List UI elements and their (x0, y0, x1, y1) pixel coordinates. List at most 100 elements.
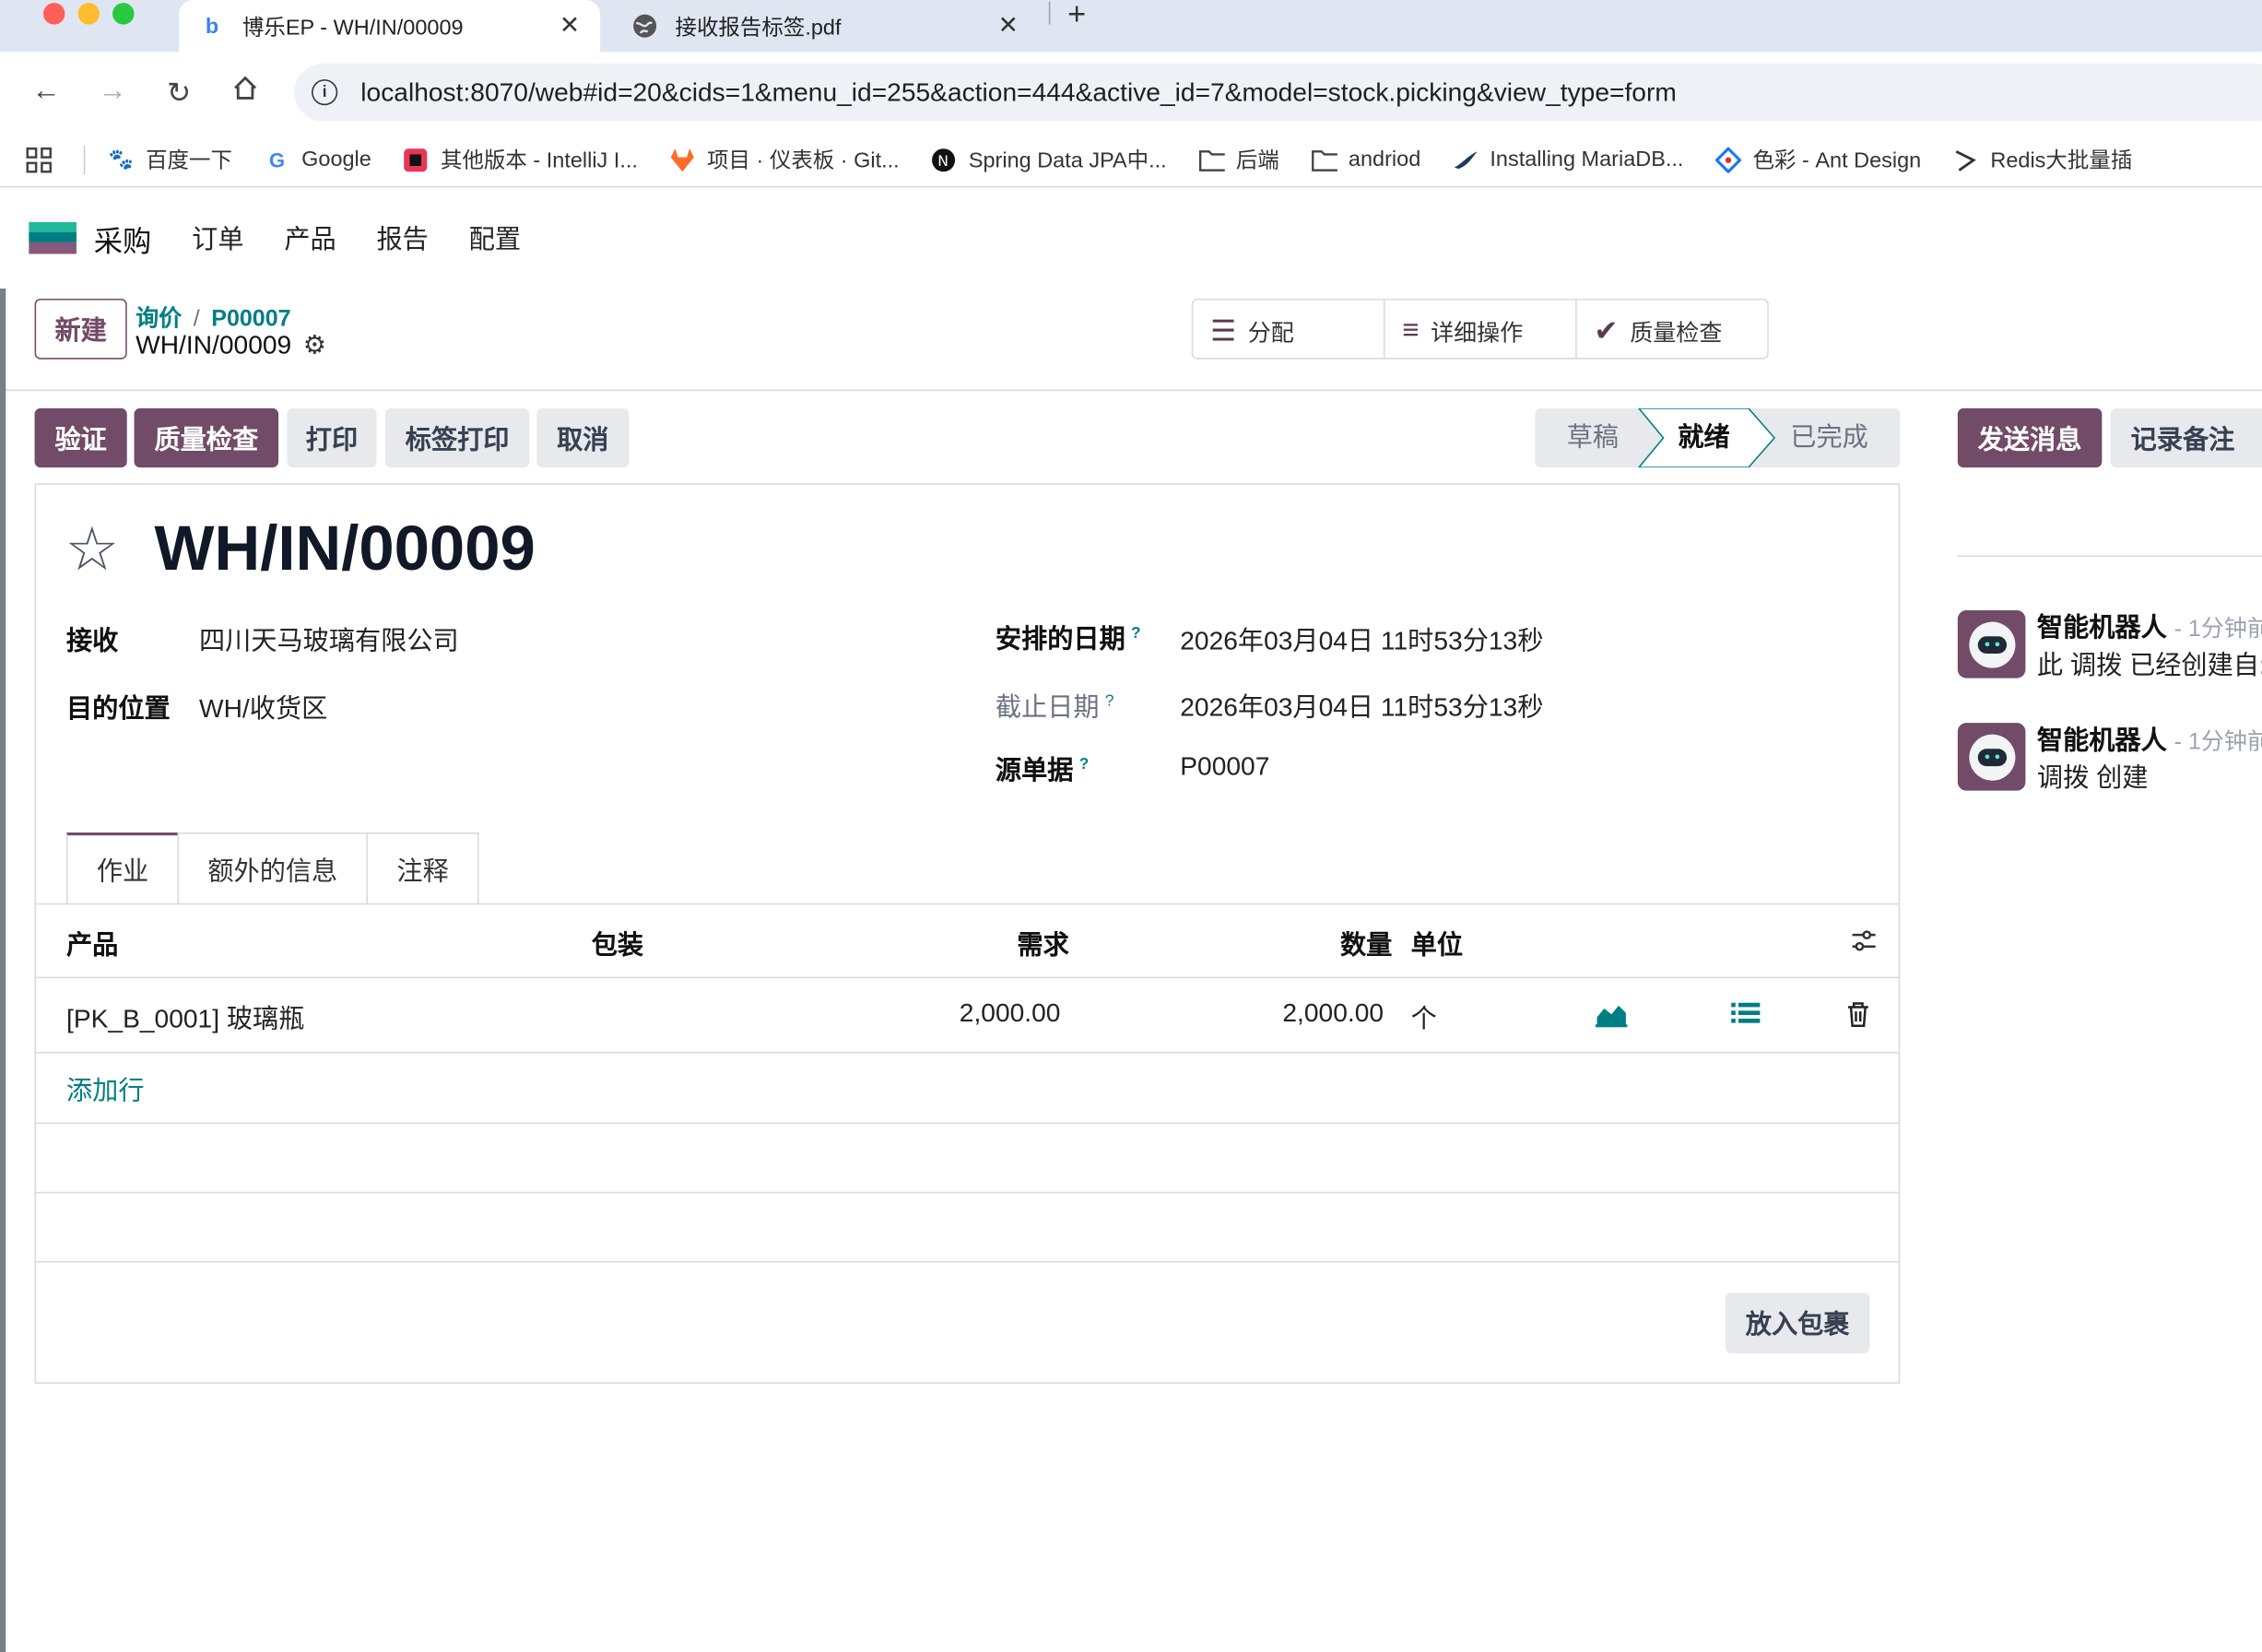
bookmark-antdesign[interactable]: 色彩 - Ant Design (1714, 145, 1921, 175)
help-tooltip-icon[interactable]: ? (1131, 625, 1141, 643)
tab-operations[interactable]: 作业 (65, 832, 180, 905)
smart-button-quality-check[interactable]: ✔ 质量检查 (1577, 301, 1768, 359)
new-tab-button[interactable]: + (1067, 0, 1086, 30)
folder-icon (1198, 147, 1225, 172)
tab-extra-info[interactable]: 额外的信息 (177, 832, 369, 905)
column-quantity[interactable]: 数量 (1340, 925, 1392, 962)
bookmark-google[interactable]: G Google (264, 147, 371, 172)
reload-icon[interactable]: ↻ (161, 75, 196, 111)
author-name[interactable]: 智能机器人 (2037, 613, 2167, 642)
close-tab-icon[interactable]: ✕ (998, 12, 1019, 41)
close-window-button[interactable] (42, 3, 65, 25)
close-tab-icon[interactable]: ✕ (560, 12, 580, 41)
minimize-window-button[interactable] (77, 3, 100, 25)
bookmark-intellij[interactable]: 其他版本 - IntelliJ I... (403, 145, 638, 175)
menu-products[interactable]: 产品 (284, 219, 336, 257)
stage-ready[interactable]: 就绪 (1678, 408, 1729, 467)
app-logo-icon[interactable] (29, 222, 77, 254)
cancel-button[interactable]: 取消 (536, 407, 630, 468)
breadcrumb-rfq[interactable]: 询价 (135, 307, 182, 332)
field-label-destination: 目的位置 (65, 693, 171, 724)
bookmark-gitlab[interactable]: 项目 · 仪表板 · Git... (669, 145, 900, 175)
avatar[interactable] (1957, 610, 2026, 678)
bookmark-spring[interactable]: N Spring Data JPA中... (931, 145, 1167, 175)
column-package[interactable]: 包装 (592, 925, 643, 962)
help-tooltip-icon[interactable]: ? (1105, 692, 1114, 710)
field-value-destination[interactable]: WH/收货区 (199, 689, 327, 726)
field-label-partner: 接收 (65, 626, 119, 655)
column-settings-icon[interactable] (1851, 927, 1877, 961)
bookmark-baidu[interactable]: 🐾 百度一下 (108, 145, 232, 175)
smart-buttons: ☰ 分配 ≡ 详细操作 ✔ 质量检查 (1191, 298, 1769, 360)
label-print-button[interactable]: 标签打印 (384, 407, 530, 468)
menu-reports[interactable]: 报告 (376, 219, 428, 257)
field-value-partner[interactable]: 四川天马玻璃有限公司 (199, 620, 459, 658)
apps-grid-icon[interactable] (26, 147, 53, 172)
log-note-button[interactable]: 记录备注 (2110, 407, 2262, 468)
back-arrow-icon[interactable]: ← (29, 75, 64, 108)
add-line-link[interactable]: 添加行 (66, 1070, 145, 1108)
check-icon: ✔ (1594, 314, 1619, 348)
cell-product[interactable]: [PK_B_0001] 玻璃瓶 (66, 998, 304, 1036)
print-button[interactable]: 打印 (287, 407, 377, 468)
status-pipeline: 草稿 就绪 已完成 (1535, 407, 1901, 468)
help-tooltip-icon[interactable]: ? (1079, 756, 1090, 773)
tab-note[interactable]: 注释 (366, 832, 479, 905)
app-name[interactable]: 采购 (94, 218, 152, 259)
column-uom[interactable]: 单位 (1411, 925, 1463, 962)
list-icon: ☰ (1210, 314, 1237, 348)
stage-draft[interactable]: 草稿 (1567, 408, 1619, 467)
url-text: localhost:8070/web#id=20&cids=1&menu_id=… (360, 77, 1677, 107)
field-value-scheduled-date[interactable]: 2026年03月04日 11时53分13秒 (1180, 620, 1543, 658)
smart-button-detailed-ops[interactable]: ≡ 详细操作 (1384, 300, 1577, 359)
validate-button[interactable]: 验证 (34, 407, 127, 468)
url-input[interactable]: i localhost:8070/web#id=20&cids=1&menu_i… (294, 63, 2262, 122)
bookmark-folder-backend[interactable]: 后端 (1198, 145, 1279, 175)
details-list-icon[interactable] (1731, 1001, 1761, 1032)
table-row[interactable]: [PK_B_0001] 玻璃瓶 2,000.00 2,000.00 个 (36, 978, 1899, 1054)
author-name[interactable]: 智能机器人 (2037, 726, 2167, 754)
bookmark-label: 后端 (1235, 148, 1279, 173)
quality-check-button[interactable]: 质量检查 (134, 407, 279, 468)
site-info-icon[interactable]: i (312, 79, 338, 106)
row-divider (36, 1260, 1899, 1263)
browser-tab-active[interactable]: b 博乐EP - WH/IN/00009 ✕ (179, 0, 601, 53)
trash-icon[interactable] (1846, 1001, 1869, 1034)
bookmark-redis[interactable]: Redis大批量插 (1953, 145, 2132, 175)
message-body: 此 调拨 已经创建自: (2036, 650, 2262, 680)
field-value-source-document[interactable]: P00007 (1180, 751, 1269, 782)
gear-icon[interactable]: ⚙ (303, 330, 326, 360)
send-message-button[interactable]: 发送消息 (1957, 407, 2103, 468)
bookmark-folder-android[interactable]: andriod (1311, 147, 1420, 172)
robot-icon (1968, 733, 2015, 780)
maximize-window-button[interactable] (112, 3, 135, 25)
record-title: WH/IN/00009 (154, 513, 536, 584)
stage-done[interactable]: 已完成 (1790, 408, 1868, 467)
folder-icon (1311, 147, 1337, 172)
browser-tab-pdf[interactable]: 接收报告标签.pdf ✕ (612, 0, 1039, 52)
star-icon[interactable]: ☆ (65, 519, 119, 580)
forecast-chart-icon[interactable] (1596, 1001, 1628, 1034)
avatar[interactable] (1957, 723, 2026, 791)
google-icon: G (268, 148, 286, 171)
menu-config[interactable]: 配置 (469, 219, 521, 257)
column-demand[interactable]: 需求 (1017, 925, 1068, 962)
message-author: 智能机器人 - 1分钟前 (2037, 608, 2262, 645)
breadcrumb-po[interactable]: P00007 (211, 307, 290, 332)
put-in-pack-button[interactable]: 放入包裹 (1725, 1292, 1870, 1354)
smart-button-allocate[interactable]: ☰ 分配 (1193, 300, 1385, 359)
bookmark-label: 其他版本 - IntelliJ I... (440, 148, 638, 173)
home-icon[interactable] (228, 75, 263, 110)
form-sheet: ☆ WH/IN/00009 接收 四川天马玻璃有限公司 目的位置 WH/收货区 … (34, 483, 1901, 1384)
forward-arrow-icon[interactable]: → (95, 75, 130, 108)
column-product[interactable]: 产品 (66, 925, 118, 962)
bookmark-label: Google (301, 147, 371, 172)
control-panel-divider (0, 389, 2262, 392)
new-button[interactable]: 新建 (34, 298, 127, 360)
cell-quantity[interactable]: 2,000.00 (1282, 998, 1384, 1029)
cell-uom[interactable]: 个 (1411, 998, 1437, 1036)
menu-orders[interactable]: 订单 (192, 219, 243, 257)
bookmark-mariadb[interactable]: Installing MariaDB... (1453, 147, 1683, 172)
cell-demand[interactable]: 2,000.00 (960, 998, 1061, 1029)
field-value-deadline[interactable]: 2026年03月04日 11时53分13秒 (1180, 687, 1543, 725)
